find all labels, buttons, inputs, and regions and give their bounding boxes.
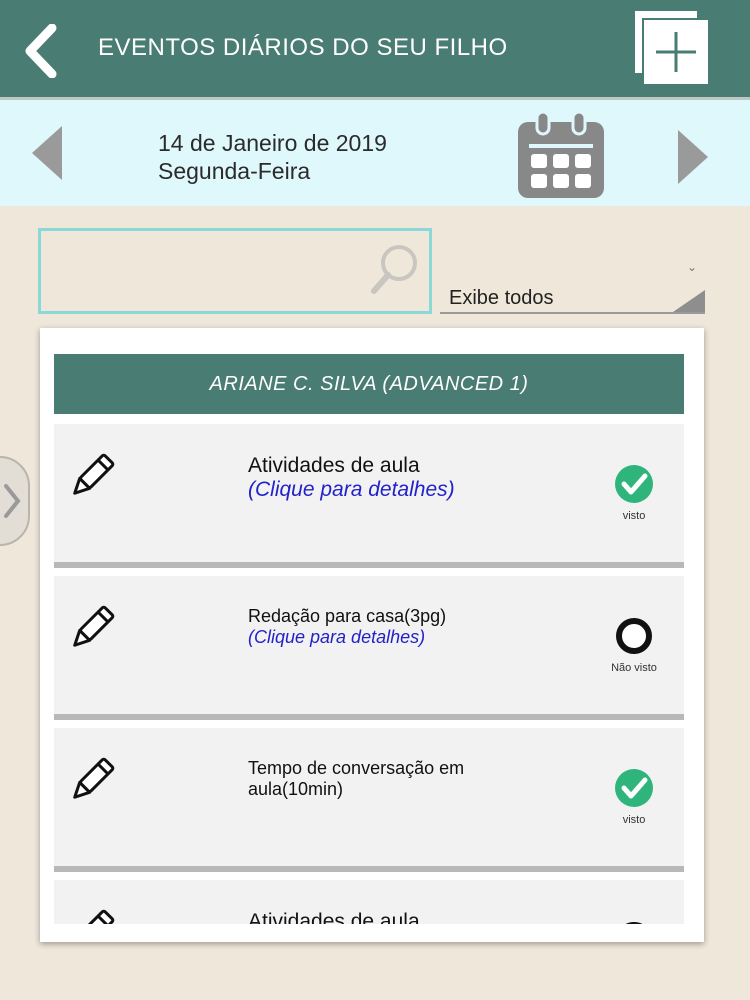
dropdown-corner-icon xyxy=(673,290,705,312)
chevron-right-icon xyxy=(4,484,21,518)
event-text: Atividades de aula (Clique para detalhes… xyxy=(248,454,478,502)
search-input[interactable] xyxy=(51,241,355,303)
event-text: Atividades de aula xyxy=(248,910,478,924)
check-circle-icon xyxy=(615,465,653,503)
status-indicator[interactable]: Não visto xyxy=(594,616,674,674)
back-arrow-icon[interactable] xyxy=(22,23,58,79)
open-circle-icon xyxy=(625,922,643,924)
status-label: visto xyxy=(622,510,646,522)
event-item[interactable]: Tempo de conversação em aula(10min) vist… xyxy=(54,728,684,872)
weekday-text: Segunda-Feira xyxy=(158,158,311,184)
side-drawer-handle[interactable] xyxy=(0,456,30,546)
student-name: ARIANE C. SILVA (ADVANCED 1) xyxy=(54,354,684,414)
event-list: Atividades de aula (Clique para detalhes… xyxy=(54,424,684,924)
filter-value: Exibe todos xyxy=(449,287,554,309)
page-title: EVENTOS DIÁRIOS DO SEU FILHO xyxy=(98,34,508,61)
app-header: EVENTOS DIÁRIOS DO SEU FILHO xyxy=(0,0,750,100)
filter-select[interactable]: ⌄ Exibe todos xyxy=(440,258,705,314)
date-text: 14 de Janeiro de 2019 xyxy=(158,130,387,156)
chevron-right-icon[interactable] xyxy=(676,128,710,186)
status-label: visto xyxy=(622,814,646,826)
status-indicator[interactable]: visto xyxy=(594,464,674,522)
event-text: Tempo de conversação em aula(10min) xyxy=(248,758,468,800)
event-title: Redação para casa(3pg) xyxy=(248,606,447,626)
chevron-left-icon[interactable] xyxy=(30,124,64,182)
search-icon[interactable] xyxy=(369,241,423,297)
event-detail-link[interactable]: (Clique para detalhes) xyxy=(248,478,478,502)
event-title: Tempo de conversação em aula(10min) xyxy=(248,758,465,799)
event-item[interactable]: Atividades de aula (Clique para detalhes… xyxy=(54,424,684,568)
pencil-icon[interactable] xyxy=(66,756,116,806)
event-title: Atividades de aula xyxy=(248,454,420,477)
pencil-icon[interactable] xyxy=(66,604,116,654)
add-icon[interactable] xyxy=(632,8,712,88)
pencil-icon[interactable] xyxy=(66,452,116,502)
chevron-down-icon: ⌄ xyxy=(686,260,697,274)
event-detail-link[interactable]: (Clique para detalhes) xyxy=(248,627,478,648)
event-item[interactable]: Redação para casa(3pg) (Clique para deta… xyxy=(54,576,684,720)
events-card: ARIANE C. SILVA (ADVANCED 1) Atividades … xyxy=(40,328,704,942)
status-indicator[interactable] xyxy=(594,920,674,924)
status-label: Não visto xyxy=(611,662,657,674)
open-circle-icon xyxy=(616,618,652,654)
event-title: Atividades de aula xyxy=(248,910,420,924)
event-text: Redação para casa(3pg) (Clique para deta… xyxy=(248,606,458,648)
search-box xyxy=(38,228,432,314)
check-circle-icon xyxy=(615,769,653,807)
status-indicator[interactable]: visto xyxy=(594,768,674,826)
event-item[interactable]: Atividades de aula xyxy=(54,880,684,924)
pencil-icon[interactable] xyxy=(66,908,116,924)
date-bar: 14 de Janeiro de 2019 Segunda-Feira xyxy=(0,100,750,206)
calendar-icon[interactable] xyxy=(515,110,607,200)
